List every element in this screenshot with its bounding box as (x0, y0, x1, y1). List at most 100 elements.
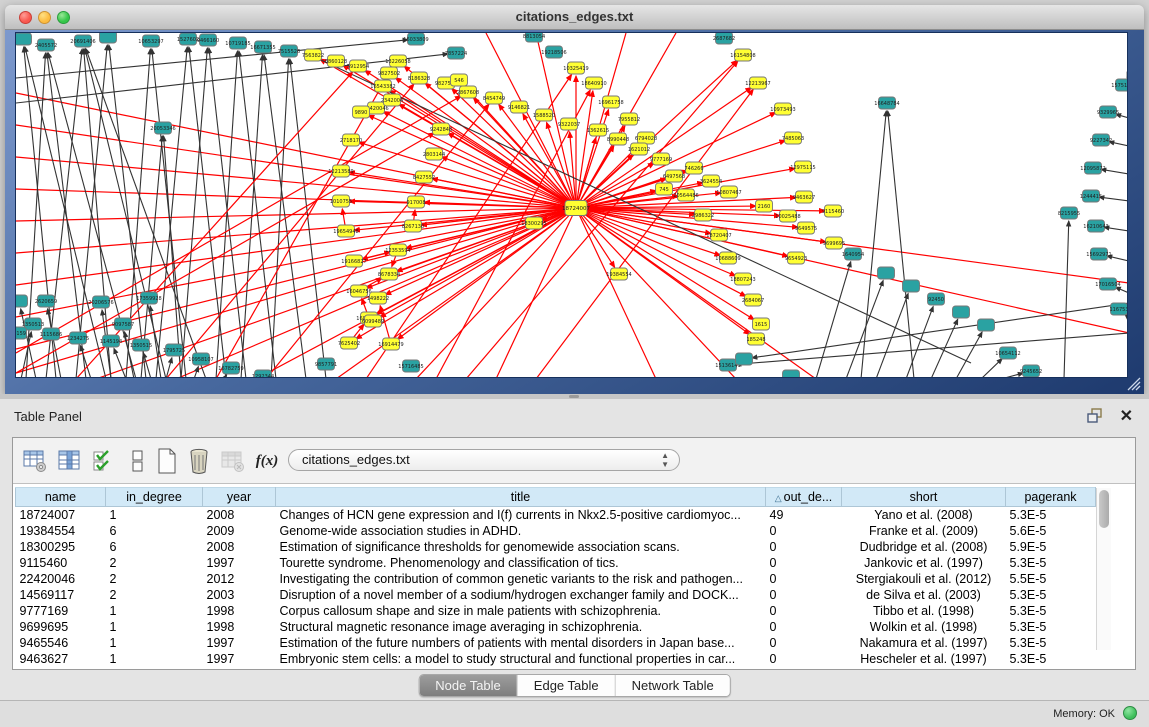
cell-out_degree[interactable]: 0 (766, 571, 842, 587)
cell-year[interactable]: 1997 (203, 635, 276, 651)
function-builder-icon[interactable]: f(x) (253, 447, 281, 475)
graph-node[interactable] (878, 267, 895, 279)
graph-node[interactable] (736, 353, 753, 365)
cell-name[interactable]: 9777169 (16, 603, 106, 619)
cell-title[interactable]: Tourette syndrome. Phenomenology and cla… (276, 555, 766, 571)
cell-title[interactable]: Estimation of the future numbers of pati… (276, 635, 766, 651)
cell-title[interactable]: Structural magnetic resonance image aver… (276, 619, 766, 635)
table-row[interactable]: 1830029562008Estimation of significance … (16, 539, 1096, 555)
cell-year[interactable]: 1997 (203, 555, 276, 571)
resize-grip-icon[interactable] (1125, 375, 1141, 391)
cell-in_degree[interactable]: 2 (106, 571, 203, 587)
cell-short[interactable]: Nakamura et al. (1997) (842, 635, 1006, 651)
cell-year[interactable]: 1998 (203, 619, 276, 635)
network-canvas[interactable]: 1872400775638228860128591295413226058982… (15, 32, 1128, 378)
cell-out_degree[interactable]: 49 (766, 507, 842, 523)
row-height-icon[interactable] (123, 447, 151, 475)
cell-year[interactable]: 2008 (203, 539, 276, 555)
cell-short[interactable]: Tibbo et al. (1998) (842, 603, 1006, 619)
graph-node[interactable] (978, 319, 995, 331)
graph-node[interactable] (953, 306, 970, 318)
cell-pagerank[interactable]: 5.3E-5 (1006, 603, 1096, 619)
column-header-short[interactable]: short (842, 488, 1006, 507)
citation-graph[interactable]: 1872400775638228860128591295413226058982… (16, 33, 1128, 378)
close-panel-icon[interactable]: ✕ (1120, 406, 1133, 426)
column-header-in_degree[interactable]: in_degree (106, 488, 203, 507)
table-row[interactable]: 1938455462009Genome-wide association stu… (16, 523, 1096, 539)
cell-short[interactable]: Stergiakouli et al. (2012) (842, 571, 1006, 587)
window-titlebar[interactable]: citations_edges.txt (5, 5, 1144, 30)
cell-pagerank[interactable]: 5.9E-5 (1006, 539, 1096, 555)
graph-node[interactable] (783, 370, 800, 378)
table-row[interactable]: 969969511998Structural magnetic resonanc… (16, 619, 1096, 635)
cell-in_degree[interactable]: 6 (106, 539, 203, 555)
table-scrollbar[interactable] (1096, 488, 1111, 650)
cell-out_degree[interactable]: 0 (766, 539, 842, 555)
cell-out_degree[interactable]: 0 (766, 587, 842, 603)
cell-name[interactable]: 9115460 (16, 555, 106, 571)
scrollbar-thumb[interactable] (1099, 490, 1109, 528)
table-row[interactable]: 911546021997Tourette syndrome. Phenomeno… (16, 555, 1096, 571)
cell-year[interactable]: 2003 (203, 587, 276, 603)
cell-out_degree[interactable]: 0 (766, 635, 842, 651)
tab-edge-table[interactable]: Edge Table (518, 675, 616, 696)
cell-title[interactable]: Genome-wide association studies in ADHD. (276, 523, 766, 539)
graph-node[interactable] (903, 280, 920, 292)
cell-name[interactable]: 9465546 (16, 635, 106, 651)
cell-name[interactable]: 18724007 (16, 507, 106, 523)
cell-out_degree[interactable]: 0 (766, 523, 842, 539)
column-visibility-icon[interactable] (55, 447, 83, 475)
table-row[interactable]: 2242004622012Investigating the contribut… (16, 571, 1096, 587)
cell-in_degree[interactable]: 6 (106, 523, 203, 539)
new-column-icon[interactable] (153, 447, 181, 475)
cell-pagerank[interactable]: 5.6E-5 (1006, 523, 1096, 539)
cell-short[interactable]: Hescheler et al. (1997) (842, 651, 1006, 667)
cell-out_degree[interactable]: 0 (766, 603, 842, 619)
column-header-year[interactable]: year (203, 488, 276, 507)
column-header-out_de[interactable]: △out_de... (766, 488, 842, 507)
cell-pagerank[interactable]: 5.3E-5 (1006, 651, 1096, 667)
cell-pagerank[interactable]: 5.3E-5 (1006, 507, 1096, 523)
cell-name[interactable]: 19384554 (16, 523, 106, 539)
cell-name[interactable]: 9699695 (16, 619, 106, 635)
cell-title[interactable]: Estimation of significance thresholds fo… (276, 539, 766, 555)
cell-short[interactable]: Dudbridge et al. (2008) (842, 539, 1006, 555)
cell-out_degree[interactable]: 0 (766, 555, 842, 571)
cell-short[interactable]: Jankovic et al. (1997) (842, 555, 1006, 571)
cell-year[interactable]: 1998 (203, 603, 276, 619)
column-header-name[interactable]: name (16, 488, 106, 507)
cell-year[interactable]: 1997 (203, 651, 276, 667)
cell-name[interactable]: 22420046 (16, 571, 106, 587)
cell-name[interactable]: 9463627 (16, 651, 106, 667)
cell-short[interactable]: de Silva et al. (2003) (842, 587, 1006, 603)
cell-in_degree[interactable]: 1 (106, 603, 203, 619)
cell-short[interactable]: Franke et al. (2009) (842, 523, 1006, 539)
cell-year[interactable]: 2008 (203, 507, 276, 523)
cell-pagerank[interactable]: 5.3E-5 (1006, 587, 1096, 603)
table-row[interactable]: 1456911722003Disruption of a novel membe… (16, 587, 1096, 603)
graph-node[interactable] (16, 33, 32, 45)
table-header[interactable]: namein_degreeyeartitle△out_de...shortpag… (16, 488, 1096, 507)
tab-network-table[interactable]: Network Table (616, 675, 730, 696)
cell-in_degree[interactable]: 2 (106, 555, 203, 571)
column-header-title[interactable]: title (276, 488, 766, 507)
table-select-dropdown[interactable]: citations_edges.txt ▲▼ (288, 449, 680, 471)
table-row[interactable]: 946362711997Embryonic stem cells: a mode… (16, 651, 1096, 667)
cell-pagerank[interactable]: 5.3E-5 (1006, 619, 1096, 635)
column-header-pagerank[interactable]: pagerank (1006, 488, 1096, 507)
table-row[interactable]: 977716911998Corpus callosum shape and si… (16, 603, 1096, 619)
table-row[interactable]: 1872400712008Changes of HCN gene express… (16, 507, 1096, 523)
node-attribute-table[interactable]: namein_degreeyeartitle△out_de...shortpag… (15, 487, 1096, 667)
cell-in_degree[interactable]: 1 (106, 619, 203, 635)
cell-title[interactable]: Disruption of a novel member of a sodium… (276, 587, 766, 603)
cell-year[interactable]: 2012 (203, 571, 276, 587)
tab-node-table[interactable]: Node Table (419, 675, 518, 696)
cell-name[interactable]: 14569117 (16, 587, 106, 603)
cell-in_degree[interactable]: 1 (106, 635, 203, 651)
cell-pagerank[interactable]: 5.5E-5 (1006, 571, 1096, 587)
cell-name[interactable]: 18300295 (16, 539, 106, 555)
cell-in_degree[interactable]: 2 (106, 587, 203, 603)
graph-node[interactable] (16, 295, 28, 307)
cell-title[interactable]: Corpus callosum shape and size in male p… (276, 603, 766, 619)
cell-in_degree[interactable]: 1 (106, 507, 203, 523)
